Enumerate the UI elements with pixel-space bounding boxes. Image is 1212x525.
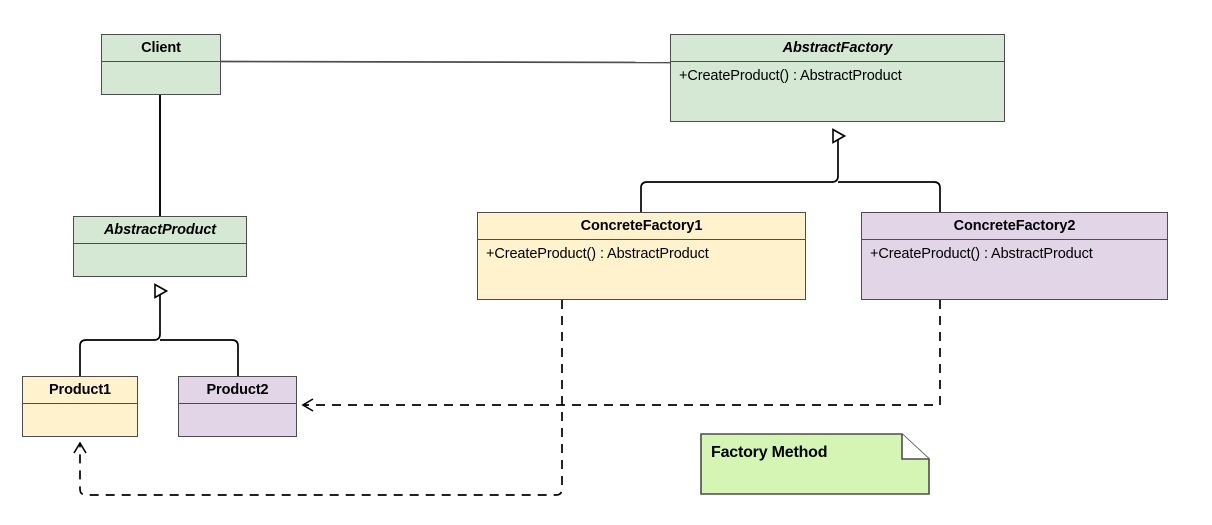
- class-title-abstractproduct: AbstractProduct: [74, 217, 246, 244]
- class-box-product2[interactable]: Product2: [178, 376, 297, 437]
- note-label: Factory Method: [711, 444, 828, 461]
- class-members-product1: [23, 404, 137, 436]
- class-title-product1: Product1: [23, 377, 137, 404]
- class-box-client[interactable]: Client: [101, 34, 221, 95]
- class-members-concretefactory2: +CreateProduct() : AbstractProduct: [862, 240, 1167, 299]
- class-member: +CreateProduct() : AbstractProduct: [870, 246, 1093, 262]
- uml-diagram-canvas: Client AbstractFactory +CreateProduct() …: [0, 0, 1212, 525]
- class-box-abstractproduct[interactable]: AbstractProduct: [73, 216, 247, 277]
- edge-dependency-factory2-product2: [301, 300, 941, 412]
- class-member: +CreateProduct() : AbstractProduct: [486, 246, 709, 262]
- class-box-concretefactory2[interactable]: ConcreteFactory2 +CreateProduct() : Abst…: [861, 212, 1168, 300]
- note-shape: [700, 433, 930, 495]
- class-box-abstractfactory[interactable]: AbstractFactory +CreateProduct() : Abstr…: [670, 34, 1005, 122]
- class-members-client: [102, 62, 220, 94]
- class-box-product1[interactable]: Product1: [22, 376, 138, 437]
- edge-client-abstractfactory: [220, 60, 671, 64]
- class-members-product2: [179, 404, 296, 436]
- edge-generalization-product2: [160, 339, 239, 376]
- class-title-abstractfactory: AbstractFactory: [671, 35, 1004, 62]
- class-members-abstractproduct: [74, 244, 246, 276]
- class-title-concretefactory1: ConcreteFactory1: [478, 213, 805, 240]
- class-members-concretefactory1: +CreateProduct() : AbstractProduct: [478, 240, 805, 299]
- class-title-concretefactory2: ConcreteFactory2: [862, 213, 1167, 240]
- class-member: +CreateProduct() : AbstractProduct: [679, 68, 902, 84]
- edge-dependency-factory1-product1: [73, 300, 563, 496]
- class-members-abstractfactory: +CreateProduct() : AbstractProduct: [671, 62, 1004, 121]
- note-factory-method[interactable]: Factory Method: [700, 433, 930, 495]
- class-box-concretefactory1[interactable]: ConcreteFactory1 +CreateProduct() : Abst…: [477, 212, 806, 300]
- edge-generalization-products: [79, 291, 160, 376]
- edge-generalization-factory2: [838, 181, 941, 212]
- class-title-client: Client: [102, 35, 220, 62]
- class-title-product2: Product2: [179, 377, 296, 404]
- edge-generalization-factories: [640, 136, 838, 212]
